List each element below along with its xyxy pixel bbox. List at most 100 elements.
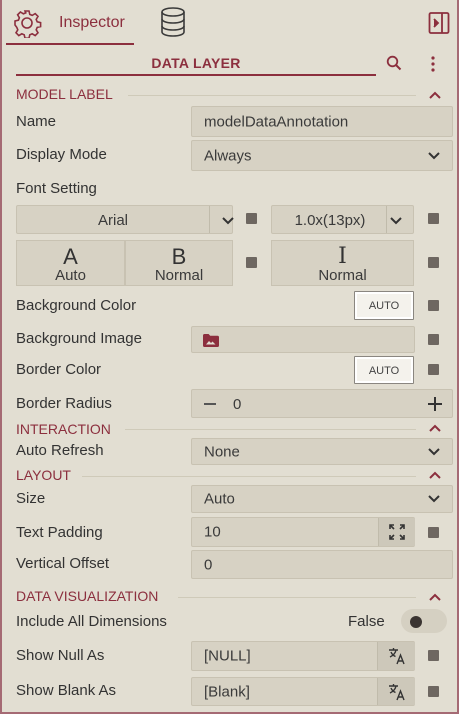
font-family-select[interactable]: Arial bbox=[16, 205, 234, 234]
chevron-up-icon[interactable] bbox=[429, 424, 441, 432]
tab-bar: Inspector bbox=[0, 0, 459, 46]
translate-button[interactable] bbox=[377, 678, 415, 705]
background-color-override-indicator[interactable] bbox=[428, 300, 439, 311]
font-family-override-indicator[interactable] bbox=[246, 213, 257, 224]
tab-inspector-label: Inspector bbox=[59, 14, 125, 31]
translate-icon bbox=[389, 684, 405, 701]
text-padding-input[interactable]: 10 bbox=[191, 517, 415, 547]
font-italic-button[interactable]: I Normal bbox=[271, 240, 414, 286]
show-blank-override-indicator[interactable] bbox=[428, 686, 439, 697]
background-image-label: Background Image bbox=[16, 330, 142, 347]
background-image-override-indicator[interactable] bbox=[428, 334, 439, 345]
vertical-offset-value: 0 bbox=[204, 556, 213, 573]
show-blank-input[interactable]: [Blank] bbox=[191, 677, 415, 706]
section-header-interaction[interactable]: INTERACTION bbox=[16, 421, 111, 437]
chevron-up-icon[interactable] bbox=[429, 91, 441, 99]
show-blank-label: Show Blank As bbox=[16, 682, 117, 699]
font-size-value: 1.0x(13px) bbox=[294, 212, 366, 229]
chevron-up-icon[interactable] bbox=[429, 471, 441, 479]
size-label: Size bbox=[16, 490, 46, 507]
tab-inspector[interactable]: Inspector bbox=[6, 0, 134, 45]
vertical-offset-label: Vertical Offset bbox=[16, 555, 110, 572]
border-color-label: Border Color bbox=[16, 361, 102, 378]
include-all-dimensions-state: False bbox=[348, 613, 385, 630]
panel-frame-left bbox=[0, 0, 2, 714]
gear-icon bbox=[14, 10, 42, 38]
database-icon[interactable] bbox=[158, 6, 188, 38]
expand-icon bbox=[389, 524, 405, 540]
toggle-knob bbox=[410, 616, 422, 628]
size-value: Auto bbox=[204, 490, 235, 508]
font-weight-value: Normal bbox=[154, 267, 204, 284]
font-italic-glyph: I bbox=[338, 244, 347, 269]
section-header-model-label[interactable]: MODEL LABEL bbox=[16, 86, 113, 102]
include-all-dimensions-label: Include All Dimensions bbox=[16, 613, 167, 630]
plus-icon[interactable] bbox=[428, 397, 442, 411]
name-input-value: modelDataAnnotation bbox=[204, 113, 349, 130]
panel-collapse-icon[interactable] bbox=[428, 11, 450, 35]
expand-button[interactable] bbox=[378, 518, 415, 546]
panel-title-text: DATA LAYER bbox=[151, 55, 241, 71]
background-image-input[interactable] bbox=[191, 326, 415, 353]
font-size-select[interactable]: 1.0x(13px) bbox=[271, 205, 414, 234]
font-size-override-indicator[interactable] bbox=[428, 213, 439, 224]
font-weight-button[interactable]: B Normal bbox=[125, 240, 233, 286]
background-color-value: AUTO bbox=[368, 300, 400, 312]
include-all-dimensions-toggle[interactable] bbox=[401, 609, 447, 633]
font-italic-override-indicator[interactable] bbox=[428, 257, 439, 268]
display-mode-value: Always bbox=[204, 147, 252, 164]
background-color-picker[interactable]: AUTO bbox=[354, 291, 414, 320]
section-header-layout[interactable]: LAYOUT bbox=[16, 467, 71, 483]
border-color-override-indicator[interactable] bbox=[428, 364, 439, 375]
border-radius-stepper[interactable]: 0 bbox=[191, 389, 453, 418]
show-blank-value: [Blank] bbox=[204, 683, 250, 700]
name-input[interactable]: modelDataAnnotation bbox=[191, 106, 453, 137]
show-null-override-indicator[interactable] bbox=[428, 650, 439, 661]
divider bbox=[209, 206, 210, 233]
border-color-picker[interactable]: AUTO bbox=[354, 356, 414, 384]
chevron-down-icon bbox=[222, 217, 234, 225]
font-italic-value: Normal bbox=[318, 267, 367, 284]
minus-icon[interactable] bbox=[204, 403, 216, 405]
border-radius-value: 0 bbox=[233, 396, 242, 413]
text-padding-value: 10 bbox=[204, 523, 221, 541]
panel-title: DATA LAYER bbox=[16, 50, 376, 76]
section-header-data-visualization[interactable]: DATA VISUALIZATION bbox=[16, 588, 158, 604]
show-null-value: [NULL] bbox=[204, 647, 251, 665]
font-family-value: Arial bbox=[97, 212, 128, 229]
chevron-up-icon[interactable] bbox=[429, 593, 441, 601]
chevron-down-icon bbox=[428, 151, 440, 159]
display-mode-select[interactable]: Always bbox=[191, 140, 453, 171]
vertical-offset-input[interactable]: 0 bbox=[191, 550, 453, 579]
show-null-input[interactable]: [NULL] bbox=[191, 641, 415, 671]
divider bbox=[386, 206, 387, 233]
auto-refresh-select[interactable]: None bbox=[191, 438, 453, 465]
section-divider bbox=[82, 476, 416, 477]
section-divider bbox=[178, 597, 416, 598]
chevron-down-icon bbox=[428, 495, 440, 503]
border-color-value: AUTO bbox=[368, 365, 400, 377]
text-padding-label: Text Padding bbox=[16, 524, 103, 541]
chevron-down-icon bbox=[428, 447, 440, 455]
auto-refresh-value: None bbox=[204, 443, 240, 460]
background-color-label: Background Color bbox=[16, 297, 137, 314]
font-style-button[interactable]: A Auto bbox=[16, 240, 125, 286]
search-icon[interactable] bbox=[386, 55, 402, 71]
show-null-label: Show Null As bbox=[16, 647, 105, 664]
border-radius-label: Border Radius bbox=[16, 395, 112, 412]
section-divider bbox=[125, 429, 416, 430]
image-folder-icon bbox=[203, 334, 219, 347]
name-label: Name bbox=[16, 113, 57, 130]
section-divider bbox=[128, 95, 416, 96]
font-style-value: Auto bbox=[55, 267, 86, 284]
display-mode-label: Display Mode bbox=[16, 146, 107, 163]
chevron-down-icon bbox=[390, 217, 402, 225]
auto-refresh-label: Auto Refresh bbox=[16, 442, 104, 459]
font-weight-override-indicator[interactable] bbox=[246, 257, 257, 268]
font-setting-label: Font Setting bbox=[16, 180, 97, 197]
translate-button[interactable] bbox=[377, 642, 415, 670]
size-select[interactable]: Auto bbox=[191, 485, 453, 513]
translate-icon bbox=[389, 648, 405, 665]
more-options-icon[interactable] bbox=[429, 55, 437, 73]
text-padding-override-indicator[interactable] bbox=[428, 527, 439, 538]
